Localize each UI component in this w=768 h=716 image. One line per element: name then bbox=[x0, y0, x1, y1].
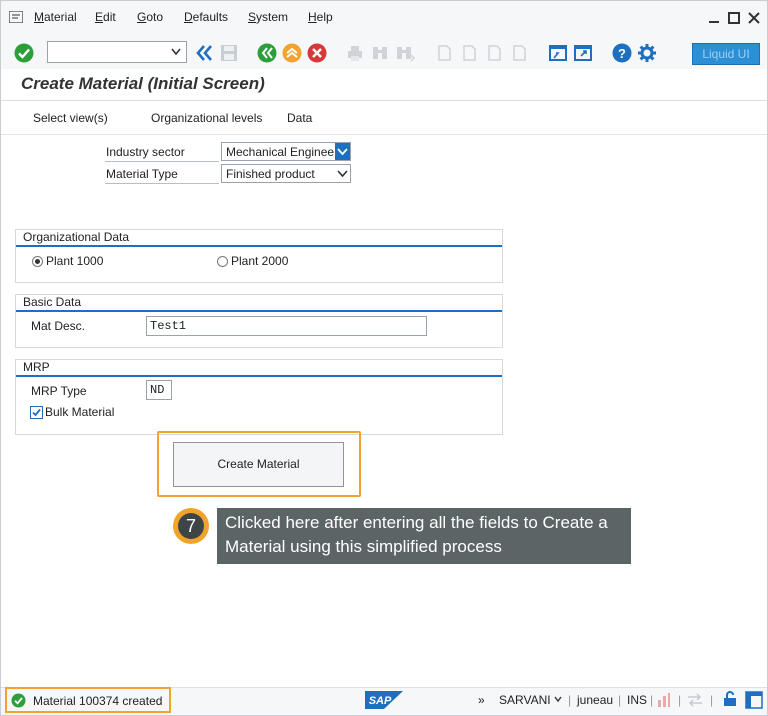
layout-icon[interactable] bbox=[745, 691, 763, 709]
org-levels-button[interactable]: Organizational levels bbox=[151, 111, 262, 125]
new-session-icon[interactable] bbox=[548, 43, 568, 63]
plant-2000-radio[interactable] bbox=[217, 256, 228, 267]
plant-1000-label: Plant 1000 bbox=[46, 254, 104, 268]
print-icon[interactable] bbox=[345, 43, 365, 63]
menu-material[interactable]: Material bbox=[34, 10, 77, 24]
chevron-down-icon bbox=[171, 48, 181, 56]
menu-defaults[interactable]: Defaults bbox=[184, 10, 228, 24]
chevron-down-icon bbox=[337, 148, 348, 156]
material-type-label: Material Type bbox=[106, 167, 178, 181]
material-type-dropdown[interactable]: Finished product bbox=[221, 164, 351, 183]
menu-system[interactable]: System bbox=[248, 10, 288, 24]
chevron-down-icon[interactable] bbox=[554, 696, 562, 702]
first-page-icon[interactable] bbox=[434, 43, 454, 63]
expand-status-icon[interactable]: » bbox=[478, 693, 485, 707]
connection-icon[interactable] bbox=[686, 693, 704, 707]
find-next-icon[interactable] bbox=[395, 43, 415, 63]
plant-1000-radio[interactable] bbox=[32, 256, 43, 267]
create-material-button[interactable]: Create Material bbox=[173, 442, 344, 487]
mrp-type-input[interactable]: ND bbox=[146, 380, 172, 400]
group-title: MRP bbox=[23, 360, 50, 374]
minimize-icon[interactable] bbox=[707, 11, 721, 25]
liquid-ui-button[interactable]: Liquid UI bbox=[692, 43, 760, 65]
data-button[interactable]: Data bbox=[287, 111, 312, 125]
svg-text:?: ? bbox=[618, 46, 626, 61]
unlock-icon[interactable] bbox=[723, 691, 737, 707]
customize-icon[interactable] bbox=[637, 43, 657, 63]
maximize-icon[interactable] bbox=[727, 11, 741, 25]
last-page-icon[interactable] bbox=[509, 43, 529, 63]
performance-icon[interactable] bbox=[657, 692, 671, 708]
server-name: juneau bbox=[577, 693, 614, 707]
industry-sector-dropdown[interactable]: Mechanical Enginee... bbox=[221, 142, 351, 161]
system-menu-icon[interactable] bbox=[9, 11, 23, 23]
checkmark-icon bbox=[32, 408, 41, 417]
previous-page-icon[interactable] bbox=[459, 43, 479, 63]
group-divider bbox=[16, 245, 502, 247]
group-divider bbox=[16, 375, 502, 377]
insert-mode[interactable]: INS bbox=[627, 693, 647, 707]
page-title: Create Material (Initial Screen) bbox=[21, 74, 265, 93]
save-icon[interactable] bbox=[219, 43, 239, 63]
menu-help[interactable]: Help bbox=[308, 10, 333, 24]
sap-logo: SAP bbox=[365, 691, 403, 709]
menubar: Material Edit Goto Defaults System Help bbox=[1, 1, 767, 35]
basic-data-group: Basic Data Mat Desc. Test1 bbox=[15, 294, 503, 348]
next-page-icon[interactable] bbox=[484, 43, 504, 63]
label-underline bbox=[105, 161, 219, 162]
bulk-material-label: Bulk Material bbox=[45, 405, 115, 419]
system-name[interactable]: SARVANI bbox=[499, 693, 551, 707]
application-toolbar: Select view(s) Organizational levels Dat… bbox=[1, 101, 767, 135]
mrp-group: MRP MRP Type ND Bulk Material bbox=[15, 359, 503, 435]
exit-icon[interactable] bbox=[282, 43, 302, 63]
success-icon bbox=[11, 693, 26, 708]
industry-sector-dropdown-button[interactable] bbox=[335, 143, 350, 160]
mat-desc-label: Mat Desc. bbox=[31, 319, 86, 333]
group-title: Organizational Data bbox=[23, 230, 130, 244]
bulk-material-checkbox[interactable] bbox=[30, 406, 43, 419]
label-underline bbox=[105, 183, 219, 184]
select-views-button[interactable]: Select view(s) bbox=[33, 111, 108, 125]
shortcut-icon[interactable] bbox=[573, 43, 593, 63]
back-icon[interactable] bbox=[257, 43, 277, 63]
menu-goto[interactable]: Goto bbox=[137, 10, 163, 24]
organizational-data-group: Organizational Data Plant 1000 Plant 200… bbox=[15, 229, 503, 283]
close-icon[interactable] bbox=[747, 11, 761, 25]
group-title: Basic Data bbox=[23, 295, 82, 309]
industry-sector-label: Industry sector bbox=[106, 145, 185, 159]
enter-icon[interactable] bbox=[14, 43, 34, 63]
status-message[interactable]: Material 100374 created bbox=[5, 687, 171, 713]
find-icon[interactable] bbox=[370, 43, 390, 63]
command-field[interactable] bbox=[47, 41, 187, 63]
annotation-callout: Clicked here after entering all the fiel… bbox=[217, 508, 631, 564]
mrp-type-label: MRP Type bbox=[31, 384, 87, 398]
cancel-icon[interactable] bbox=[307, 43, 327, 63]
chevron-down-icon bbox=[337, 170, 348, 178]
step-badge: 7 bbox=[173, 508, 209, 544]
help-icon[interactable]: ? bbox=[612, 43, 632, 63]
plant-2000-label: Plant 2000 bbox=[231, 254, 289, 268]
step-number: 7 bbox=[178, 513, 204, 539]
back-arrows-icon[interactable] bbox=[194, 43, 214, 63]
status-message-text: Material 100374 created bbox=[33, 694, 163, 708]
menu-edit[interactable]: Edit bbox=[95, 10, 116, 24]
material-type-dropdown-button[interactable] bbox=[335, 165, 350, 182]
sap-window: Material Edit Goto Defaults System Help bbox=[0, 0, 768, 716]
mat-desc-input[interactable]: Test1 bbox=[146, 316, 427, 336]
group-divider bbox=[16, 310, 502, 312]
svg-text:SAP: SAP bbox=[369, 695, 392, 707]
